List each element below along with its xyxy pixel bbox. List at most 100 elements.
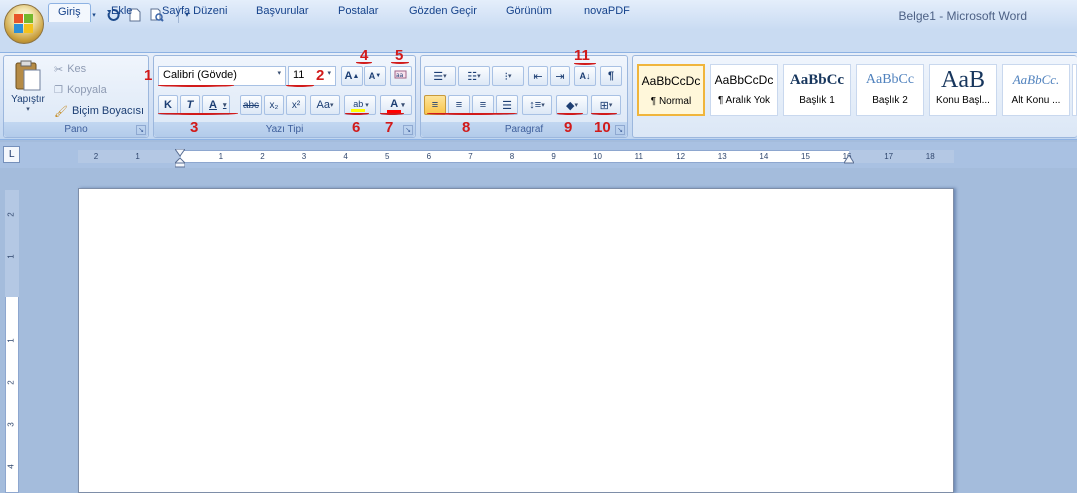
multilevel-list-button[interactable]: ⁝ ▾ bbox=[492, 66, 524, 86]
vruler-tick-label: 1 bbox=[6, 338, 16, 343]
horizontal-ruler[interactable] bbox=[78, 150, 954, 163]
annotation-6: 6 bbox=[352, 119, 361, 136]
highlight-dropdown-icon[interactable]: ▾ bbox=[365, 101, 369, 109]
annotation-underline-6 bbox=[345, 112, 369, 115]
ruler-tick-label: 11 bbox=[634, 152, 643, 161]
annotation-underline-4 bbox=[356, 61, 372, 64]
style-sample: AaBbCc bbox=[865, 72, 915, 87]
clipboard-launcher-icon[interactable]: ↘ bbox=[136, 125, 146, 135]
right-indent-marker-icon[interactable] bbox=[843, 154, 855, 164]
decrease-indent-icon: ⇤ bbox=[533, 70, 543, 83]
tab-references[interactable]: Başvurular bbox=[247, 3, 318, 22]
vruler-tick-label: 3 bbox=[6, 422, 16, 427]
subscript-button[interactable]: x₂ bbox=[264, 95, 284, 115]
ruler-tick-label: 1 bbox=[218, 152, 224, 161]
line-spacing-button[interactable]: ↕≡ ▾ bbox=[522, 95, 552, 115]
annotation-underline-2 bbox=[286, 84, 314, 87]
bullets-dropdown-icon[interactable]: ▾ bbox=[443, 72, 447, 80]
change-case-dropdown-icon[interactable]: ▾ bbox=[330, 101, 334, 109]
paragraph-launcher-icon[interactable]: ↘ bbox=[615, 125, 625, 135]
style-heading-1[interactable]: AaBbCc Başlık 1 bbox=[783, 64, 851, 116]
cut-button[interactable]: ✂ Kes bbox=[54, 61, 86, 77]
ruler-tick-label: 2 bbox=[260, 152, 265, 161]
tab-view[interactable]: Görünüm bbox=[497, 3, 561, 22]
ruler-tick-label: 18 bbox=[925, 152, 935, 161]
hanging-indent-marker-icon[interactable] bbox=[173, 157, 187, 168]
format-painter-button[interactable]: 🖌 Biçim Boyacısı bbox=[54, 103, 144, 119]
strikethrough-button[interactable]: abc bbox=[240, 95, 262, 115]
numbering-button[interactable]: ☷ ▾ bbox=[458, 66, 490, 86]
ruler-tick-label: 3 bbox=[301, 152, 307, 161]
vruler-tick-label: 2 bbox=[6, 212, 16, 217]
copy-icon: ❐ bbox=[54, 84, 63, 96]
copy-button[interactable]: ❐ Kopyala bbox=[54, 82, 107, 98]
line-spacing-icon: ↕≡ bbox=[529, 99, 542, 111]
shrink-font-button[interactable]: A ▼ bbox=[364, 66, 386, 86]
annotation-8: 8 bbox=[462, 119, 471, 136]
bullets-icon: ☰ bbox=[433, 70, 444, 83]
font-size-dropdown-icon[interactable]: ▾ bbox=[327, 69, 331, 83]
sort-button[interactable]: A↓ bbox=[574, 66, 596, 86]
tab-insert[interactable]: Ekle bbox=[102, 3, 141, 22]
font-color-dropdown-icon[interactable]: ▾ bbox=[401, 101, 405, 109]
multilevel-dropdown-icon[interactable]: ▾ bbox=[508, 72, 512, 80]
shading-dropdown-icon[interactable]: ▾ bbox=[574, 101, 578, 109]
font-size-value: 11 bbox=[293, 69, 305, 81]
grow-font-button[interactable]: A ▲ bbox=[341, 66, 363, 86]
style-sample: AaBbCcDc bbox=[714, 73, 774, 87]
window-title: Belge1 - Microsoft Word bbox=[898, 9, 1028, 23]
ruler-tick-label: 6 bbox=[426, 152, 432, 161]
font-size-combo[interactable]: 11 ▾ bbox=[288, 66, 336, 86]
vruler-tick-label: 1 bbox=[6, 254, 16, 259]
paint-bucket-icon: ◆ bbox=[566, 99, 575, 112]
highlighter-icon: ab bbox=[351, 98, 366, 112]
office-button[interactable] bbox=[4, 4, 44, 44]
style-more[interactable] bbox=[1072, 64, 1077, 116]
paste-icon bbox=[15, 60, 41, 91]
bullets-button[interactable]: ☰ ▾ bbox=[424, 66, 456, 86]
numbering-dropdown-icon[interactable]: ▾ bbox=[477, 72, 481, 80]
style-subtitle[interactable]: AaBbCc. Alt Konu ... bbox=[1002, 64, 1070, 116]
paste-button[interactable]: Yapıştır ▾ bbox=[8, 60, 48, 120]
tab-review[interactable]: Gözden Geçir bbox=[400, 3, 486, 22]
highlight-label: ab bbox=[353, 98, 364, 109]
tab-home[interactable]: Giriş bbox=[48, 3, 91, 22]
copy-label: Kopyala bbox=[66, 84, 107, 96]
document-page[interactable] bbox=[78, 188, 954, 493]
clear-formatting-button[interactable]: aa bbox=[390, 66, 412, 86]
align-right-icon: ≡ bbox=[479, 99, 487, 111]
tab-mailings[interactable]: Postalar bbox=[329, 3, 387, 22]
font-name-dropdown-icon[interactable]: ▾ bbox=[277, 69, 281, 83]
tab-selector-icon[interactable]: L bbox=[3, 146, 20, 163]
clipboard-group-label: Pano bbox=[4, 122, 148, 137]
show-marks-button[interactable]: ¶ bbox=[600, 66, 622, 86]
ruler-tick-label: 10 bbox=[593, 152, 602, 161]
annotation-underline-11 bbox=[574, 62, 596, 65]
line-spacing-dropdown-icon[interactable]: ▾ bbox=[541, 101, 545, 109]
borders-dropdown-icon[interactable]: ▾ bbox=[609, 101, 613, 109]
change-case-button[interactable]: Aa ▾ bbox=[310, 95, 340, 115]
style-name: Konu Başl... bbox=[936, 95, 990, 106]
first-line-indent-marker-icon[interactable] bbox=[174, 147, 186, 157]
decrease-indent-button[interactable]: ⇤ bbox=[528, 66, 548, 86]
ruler-tick-label: 17 bbox=[884, 152, 894, 161]
style-sample: AaB bbox=[941, 67, 985, 93]
style-title[interactable]: AaB Konu Başl... bbox=[929, 64, 997, 116]
annotation-1: 1 bbox=[144, 67, 153, 84]
font-launcher-icon[interactable]: ↘ bbox=[403, 125, 413, 135]
tab-novapdf[interactable]: novaPDF bbox=[575, 3, 639, 22]
annotation-10: 10 bbox=[594, 119, 611, 136]
font-name-combo[interactable]: Calibri (Gövde) ▾ bbox=[158, 66, 286, 86]
style-normal[interactable]: AaBbCcDc ¶ Normal bbox=[637, 64, 705, 116]
style-no-spacing[interactable]: AaBbCcDc ¶ Aralık Yok bbox=[710, 64, 778, 116]
underline-dropdown-icon[interactable]: ▾ bbox=[223, 101, 227, 109]
increase-indent-button[interactable]: ⇥ bbox=[550, 66, 570, 86]
undo-dropdown-icon[interactable]: ▾ bbox=[90, 6, 98, 23]
tab-page-layout[interactable]: Sayfa Düzeni bbox=[153, 3, 236, 22]
ruler-tick-label: 14 bbox=[759, 152, 769, 161]
numbering-icon: ☷ bbox=[467, 70, 478, 83]
style-heading-2[interactable]: AaBbCc Başlık 2 bbox=[856, 64, 924, 116]
ruler-tick-label: 4 bbox=[343, 152, 348, 161]
superscript-button[interactable]: x² bbox=[286, 95, 306, 115]
underline-label: A bbox=[209, 99, 217, 111]
